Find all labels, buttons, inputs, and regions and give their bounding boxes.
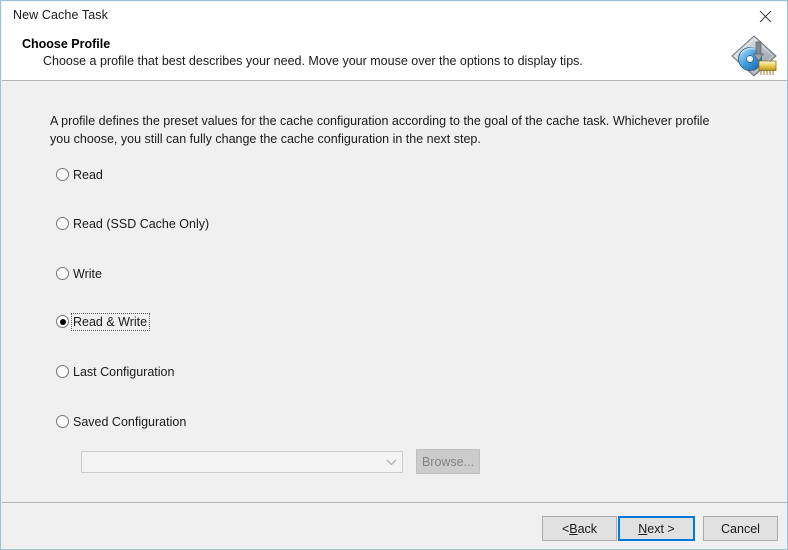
radio-mark-last-configuration: [56, 365, 69, 378]
wizard-body: A profile defines the preset values for …: [2, 82, 787, 502]
back-button-accel: B: [569, 521, 578, 536]
title-bar: New Cache Task: [2, 2, 787, 30]
cancel-button[interactable]: Cancel: [703, 516, 778, 541]
radio-mark-read-ssd-cache-only: [56, 217, 69, 230]
cache-task-disc-chip-icon: [728, 32, 780, 80]
next-button-suffix: ext >: [647, 521, 675, 536]
wizard-header: Choose Profile Choose a profile that bes…: [2, 30, 787, 81]
close-icon: [759, 10, 772, 23]
radio-mark-saved-configuration: [56, 415, 69, 428]
radio-label-read-and-write: Read & Write: [70, 312, 151, 331]
next-button[interactable]: Next >: [618, 516, 695, 541]
radio-label-write: Write: [73, 266, 102, 281]
intro-paragraph: A profile defines the preset values for …: [50, 114, 710, 146]
back-button-prefix: <: [561, 521, 570, 536]
chevron-down-icon: [380, 452, 402, 472]
radio-label-read-ssd-cache-only: Read (SSD Cache Only): [73, 216, 210, 231]
radio-read[interactable]: Read: [56, 166, 105, 183]
radio-mark-write: [56, 267, 69, 280]
new-cache-task-dialog: New Cache Task Choose Profile Choose a p…: [0, 0, 788, 550]
radio-read-ssd-cache-only[interactable]: Read (SSD Cache Only): [56, 215, 211, 232]
browse-button[interactable]: Browse...: [416, 449, 480, 474]
radio-label-saved-configuration: Saved Configuration: [73, 414, 187, 429]
back-button[interactable]: < Back: [542, 516, 617, 541]
radio-last-configuration[interactable]: Last Configuration: [56, 363, 176, 380]
saved-configuration-select[interactable]: [81, 451, 403, 473]
back-button-suffix: ack: [577, 521, 598, 536]
page-title: Choose Profile: [22, 37, 111, 51]
close-button[interactable]: [742, 2, 787, 30]
window-title: New Cache Task: [13, 8, 108, 22]
next-button-accel: N: [638, 521, 648, 536]
radio-read-and-write[interactable]: Read & Write: [56, 312, 151, 331]
radio-mark-read: [56, 168, 69, 181]
radio-write[interactable]: Write: [56, 265, 104, 282]
radio-label-last-configuration: Last Configuration: [73, 364, 175, 379]
radio-saved-configuration[interactable]: Saved Configuration: [56, 413, 188, 430]
page-subtitle: Choose a profile that best describes you…: [43, 54, 583, 68]
radio-mark-read-and-write: [56, 315, 69, 328]
radio-label-read: Read: [73, 167, 103, 182]
dialog-footer: < Back Next > Cancel: [2, 502, 787, 549]
